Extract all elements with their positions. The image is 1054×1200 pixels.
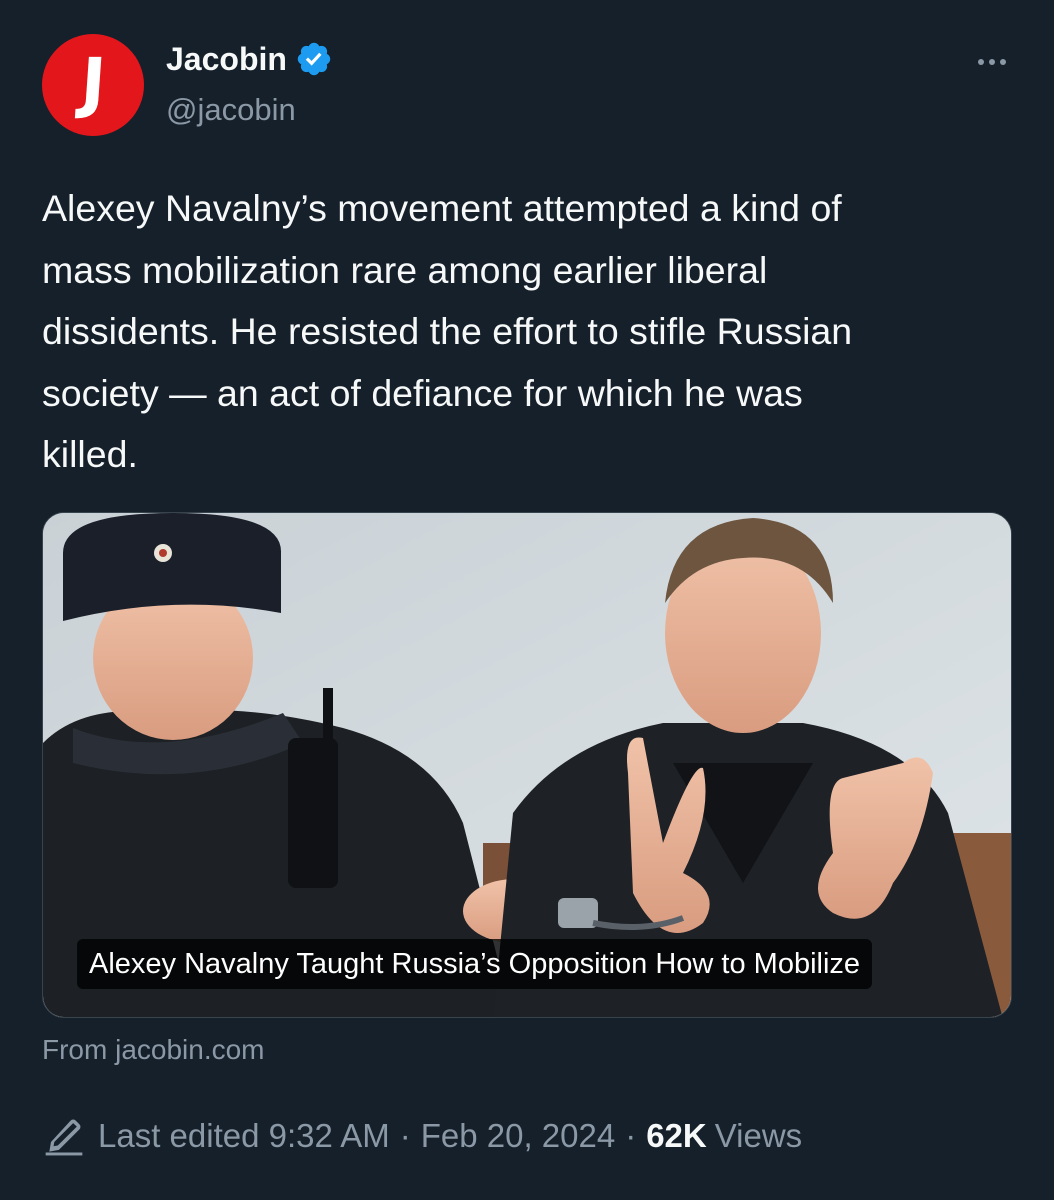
more-horizontal-icon <box>978 59 984 65</box>
views-label: Views <box>714 1117 803 1154</box>
edit-pencil-icon <box>45 1119 83 1156</box>
avatar[interactable]: J <box>42 34 144 136</box>
tweet-text: Alexey Navalny’s movement attempted a ki… <box>42 187 853 475</box>
card-title: Alexey Navalny Taught Russia’s Oppositio… <box>77 939 873 989</box>
meta-separator: · <box>625 1117 637 1154</box>
link-card[interactable]: Alexey Navalny Taught Russia’s Oppositio… <box>42 512 1012 1018</box>
author-name-row[interactable]: Jacobin <box>166 40 333 78</box>
more-horizontal-icon <box>1000 59 1006 65</box>
tweet-meta: Last edited 9:32 AM · Feb 20, 2024 · 62K… <box>42 1114 802 1158</box>
edited-label[interactable]: Last edited 9:32 AM <box>98 1117 390 1155</box>
views-count: 62K <box>646 1117 707 1154</box>
more-options-button[interactable] <box>964 44 1020 80</box>
meta-separator: · <box>399 1117 411 1154</box>
card-source[interactable]: From jacobin.com <box>42 1034 265 1066</box>
more-horizontal-icon <box>989 59 995 65</box>
display-name[interactable]: Jacobin <box>166 41 287 78</box>
tweet: J Jacobin @jacobin Alexey Navalny’s move… <box>0 0 1054 1200</box>
handle[interactable]: @jacobin <box>166 92 296 128</box>
tweet-date[interactable]: Feb 20, 2024 <box>421 1117 616 1155</box>
avatar-logo-letter: J <box>78 44 109 121</box>
verified-badge-icon <box>297 42 331 76</box>
